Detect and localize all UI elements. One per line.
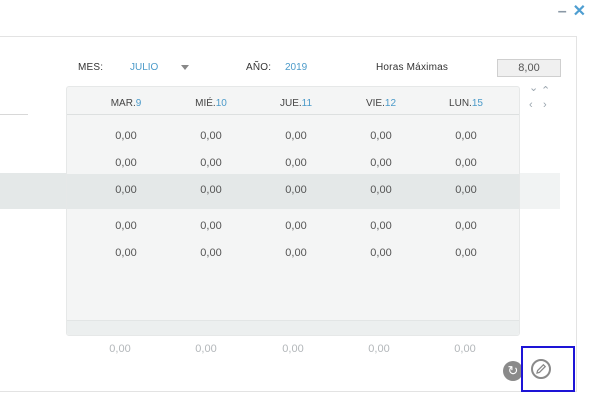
day-header-1: MIÉ.10	[195, 98, 227, 109]
table-cell[interactable]: 0,00	[266, 157, 326, 169]
table-cell[interactable]: 0,00	[181, 220, 241, 232]
table-cell[interactable]: 0,00	[266, 220, 326, 232]
month-label: MES:	[78, 62, 104, 73]
left-row-highlight	[0, 173, 68, 209]
year-value[interactable]: 2019	[285, 62, 307, 73]
table-cell[interactable]: 0,00	[181, 157, 241, 169]
max-hours-label: Horas Máximas	[376, 62, 449, 73]
table-cell[interactable]: 0,00	[266, 184, 326, 196]
minimize-icon[interactable]: –	[558, 4, 567, 20]
table-cell[interactable]: 0,00	[96, 220, 156, 232]
day-header-4: LUN.15	[449, 98, 483, 109]
table-cell[interactable]: 0,00	[436, 157, 496, 169]
table-cell[interactable]: 0,00	[351, 247, 411, 259]
table-cell[interactable]: 0,00	[266, 247, 326, 259]
header-divider	[0, 36, 576, 37]
max-hours-field[interactable]: 8,00	[497, 59, 561, 77]
day-header-0: MAR.9	[110, 98, 142, 109]
table-cell[interactable]: 0,00	[96, 157, 156, 169]
hours-table: MAR.9 MIÉ.10 JUE.11 VIE.12 LUN.15 0,00 0…	[66, 86, 520, 336]
total-value: 0,00	[109, 343, 131, 355]
table-cell[interactable]: 0,00	[181, 247, 241, 259]
month-select[interactable]: JULIO	[130, 62, 158, 73]
table-header: MAR.9 MIÉ.10 JUE.11 VIE.12 LUN.15	[67, 87, 519, 115]
table-cell[interactable]: 0,00	[96, 247, 156, 259]
edit-icon[interactable]	[531, 359, 551, 379]
window-controls: – ✕	[558, 4, 586, 20]
table-cell[interactable]: 0,00	[181, 184, 241, 196]
close-icon[interactable]: ✕	[573, 4, 586, 20]
table-cell[interactable]: 0,00	[96, 130, 156, 142]
chevron-down-icon[interactable]: ⌄	[529, 83, 538, 94]
day-header-3: VIE.12	[365, 98, 397, 109]
table-footer	[67, 320, 519, 335]
chevron-left-icon[interactable]: ‹	[529, 100, 533, 111]
right-row-highlight	[517, 173, 560, 209]
total-value: 0,00	[368, 343, 390, 355]
day-header-2: JUE.11	[279, 98, 313, 109]
chevron-down-icon[interactable]	[181, 65, 189, 70]
total-value: 0,00	[195, 343, 217, 355]
table-cell[interactable]: 0,00	[436, 247, 496, 259]
total-value: 0,00	[282, 343, 304, 355]
total-value: 0,00	[454, 343, 476, 355]
table-cell[interactable]: 0,00	[351, 184, 411, 196]
table-cell[interactable]: 0,00	[436, 130, 496, 142]
pencil-icon	[536, 363, 547, 374]
table-cell[interactable]: 0,00	[351, 157, 411, 169]
table-cell[interactable]: 0,00	[181, 130, 241, 142]
year-label: AÑO:	[246, 62, 272, 73]
table-cell[interactable]: 0,00	[436, 184, 496, 196]
table-cell[interactable]: 0,00	[266, 130, 326, 142]
chevron-right-icon[interactable]: ›	[543, 100, 547, 111]
refresh-icon[interactable]: ↻	[503, 361, 523, 381]
left-panel-divider	[0, 114, 28, 115]
table-cell[interactable]: 0,00	[351, 130, 411, 142]
footer-divider	[0, 391, 576, 392]
table-cell[interactable]: 0,00	[436, 220, 496, 232]
table-cell[interactable]: 0,00	[96, 184, 156, 196]
table-cell[interactable]: 0,00	[351, 220, 411, 232]
chevron-up-icon[interactable]: ⌃	[541, 86, 550, 97]
right-border	[576, 36, 577, 392]
